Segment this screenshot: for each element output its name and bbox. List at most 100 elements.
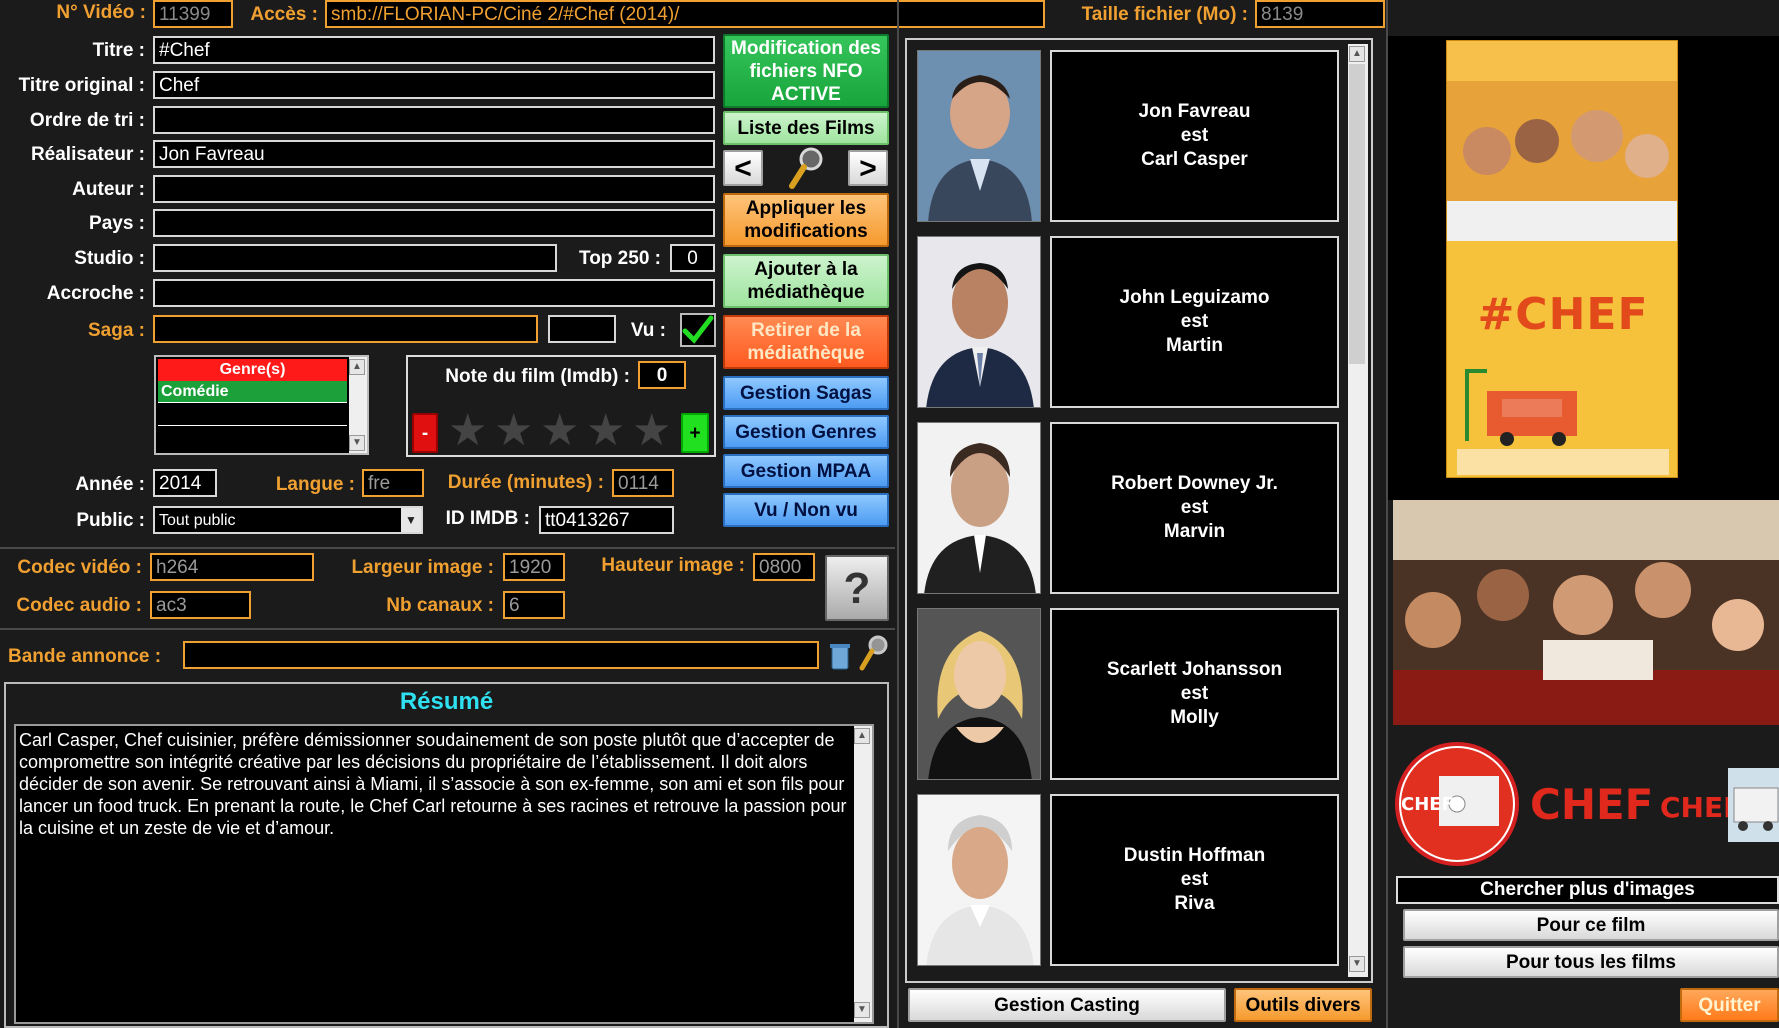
star-icon[interactable]: ★: [494, 409, 533, 453]
saga-field[interactable]: [153, 315, 538, 343]
resume-textarea[interactable]: Carl Casper, Chef cuisinier, préfère dém…: [14, 724, 874, 1024]
manage-mpaa-button[interactable]: Gestion MPAA: [723, 454, 889, 488]
top250-field[interactable]: 0: [670, 244, 715, 272]
scroll-down-icon[interactable]: ▼: [1349, 956, 1365, 972]
film-list-button[interactable]: Liste des Films: [723, 111, 889, 145]
audio-codec-field: ac3: [150, 591, 251, 619]
cast-role-box: Robert Downey Jr. est Marvin: [1050, 422, 1339, 594]
cast-row[interactable]: Scarlett Johansson est Molly: [917, 608, 1339, 784]
all-films-images-button[interactable]: Pour tous les films: [1403, 946, 1779, 978]
cast-row[interactable]: John Leguizamo est Martin: [917, 236, 1339, 412]
cast-row[interactable]: Robert Downey Jr. est Marvin: [917, 422, 1339, 598]
scroll-thumb[interactable]: [1349, 64, 1365, 364]
public-select[interactable]: Tout public: [153, 506, 423, 534]
original-title-field[interactable]: Chef: [153, 71, 715, 99]
actor-name: Robert Downey Jr.: [1111, 473, 1278, 494]
imdb-id-field[interactable]: tt0413267: [539, 506, 674, 534]
seen-checkbox[interactable]: [680, 313, 716, 347]
fanart-illustration: [1393, 500, 1779, 725]
clear-logo-image[interactable]: CHEF: [1530, 775, 1653, 835]
rating-plus-button[interactable]: +: [681, 413, 709, 453]
star-icon[interactable]: ★: [632, 409, 671, 453]
public-label: Public :: [76, 510, 145, 531]
scroll-up-icon[interactable]: ▲: [854, 728, 870, 744]
title-label: Titre :: [92, 40, 145, 61]
genres-listbox[interactable]: Genre(s) Comédie ▲ ▼: [154, 355, 369, 455]
title-field[interactable]: #Chef: [153, 36, 715, 64]
seen-toggle-button[interactable]: Vu / Non vu: [723, 493, 889, 527]
rating-label: Note du film (Imdb) :: [445, 366, 630, 387]
cast-scrollbar[interactable]: ▲ ▼: [1348, 44, 1368, 977]
access-path-field[interactable]: smb://FLORIAN-PC/Ciné 2/#Chef (2014)/: [325, 0, 1045, 28]
disc-art-image[interactable]: CHEF: [1395, 742, 1519, 866]
remove-from-library-button[interactable]: Retirer de la médiathèque: [723, 315, 889, 369]
disc-logo-text: CHEF: [1401, 794, 1454, 815]
filesize-field: 8139: [1255, 0, 1385, 28]
separator: [0, 547, 895, 549]
help-button[interactable]: ?: [825, 555, 889, 621]
director-field[interactable]: Jon Favreau: [153, 140, 715, 168]
search-icon[interactable]: [785, 146, 825, 190]
trash-icon[interactable]: [829, 641, 851, 671]
est-text: est: [1180, 125, 1209, 146]
actor-name: John Leguizamo: [1119, 287, 1270, 308]
chevron-down-icon[interactable]: ▼: [401, 508, 421, 532]
this-film-images-button[interactable]: Pour ce film: [1403, 909, 1779, 941]
resume-scrollbar[interactable]: ▲ ▼: [854, 726, 872, 1022]
channels-label: Nb canaux :: [386, 595, 494, 616]
video-number-field: 11399: [153, 0, 233, 28]
sort-order-field[interactable]: [153, 106, 715, 134]
author-field[interactable]: [153, 175, 715, 203]
poster-image[interactable]: #CHEF: [1446, 40, 1678, 478]
genre-item[interactable]: Comédie: [158, 381, 347, 403]
manage-casting-button[interactable]: Gestion Casting: [908, 988, 1226, 1022]
sort-order-label: Ordre de tri :: [29, 110, 145, 131]
director-label: Réalisateur :: [30, 144, 145, 165]
width-label: Largeur image :: [351, 557, 494, 578]
scroll-down-icon[interactable]: ▼: [854, 1002, 870, 1018]
language-field[interactable]: fre: [362, 469, 424, 497]
scroll-down-icon[interactable]: ▼: [349, 435, 365, 451]
genres-scrollbar[interactable]: ▲ ▼: [349, 357, 367, 453]
fanart-image[interactable]: [1393, 500, 1779, 725]
quit-button[interactable]: Quitter: [1680, 988, 1779, 1022]
add-to-library-button[interactable]: Ajouter à la médiathèque: [723, 254, 889, 308]
trailer-field[interactable]: [183, 641, 819, 669]
cast-row[interactable]: Jon Favreau est Carl Casper: [917, 50, 1339, 226]
rating-minus-button[interactable]: -: [412, 413, 438, 453]
truck-thumbnail-image[interactable]: [1728, 768, 1779, 842]
cast-row[interactable]: Dustin Hoffman est Riva: [917, 794, 1339, 970]
role-name: Martin: [1166, 335, 1223, 356]
scroll-up-icon[interactable]: ▲: [1349, 46, 1365, 62]
resume-title: Résumé: [399, 688, 494, 715]
audio-codec-label: Codec audio :: [16, 595, 142, 616]
search-icon[interactable]: [857, 634, 889, 674]
actor-photo: [917, 236, 1041, 408]
manage-genres-button[interactable]: Gestion Genres: [723, 415, 889, 449]
nfo-mode-button[interactable]: Modification des fichiers NFO ACTIVE: [723, 34, 889, 108]
channels-field: 6: [503, 591, 565, 619]
star-icon[interactable]: ★: [586, 409, 625, 453]
est-text: est: [1180, 869, 1209, 890]
studio-label: Studio :: [74, 248, 145, 269]
duration-field[interactable]: 0114: [612, 469, 674, 497]
role-name: Molly: [1170, 707, 1219, 728]
star-icon[interactable]: ★: [448, 409, 487, 453]
next-button[interactable]: >: [848, 150, 888, 186]
tagline-field[interactable]: [153, 279, 715, 307]
genre-item[interactable]: [158, 427, 347, 449]
studio-field[interactable]: [153, 244, 557, 272]
apply-changes-button[interactable]: Appliquer les modifications: [723, 193, 889, 247]
star-icon[interactable]: ★: [540, 409, 579, 453]
manage-sagas-button[interactable]: Gestion Sagas: [723, 376, 889, 410]
saga-extra-field[interactable]: [548, 315, 616, 343]
misc-tools-button[interactable]: Outils divers: [1234, 988, 1372, 1022]
year-field[interactable]: 2014: [153, 469, 217, 497]
scroll-up-icon[interactable]: ▲: [349, 359, 365, 375]
previous-button[interactable]: <: [723, 150, 763, 186]
genre-item[interactable]: [158, 404, 347, 426]
country-field[interactable]: [153, 209, 715, 237]
height-label: Hauteur image :: [601, 555, 745, 576]
genres-header: Genre(s): [158, 359, 347, 381]
resume-text: Carl Casper, Chef cuisinier, préfère dém…: [19, 730, 847, 838]
